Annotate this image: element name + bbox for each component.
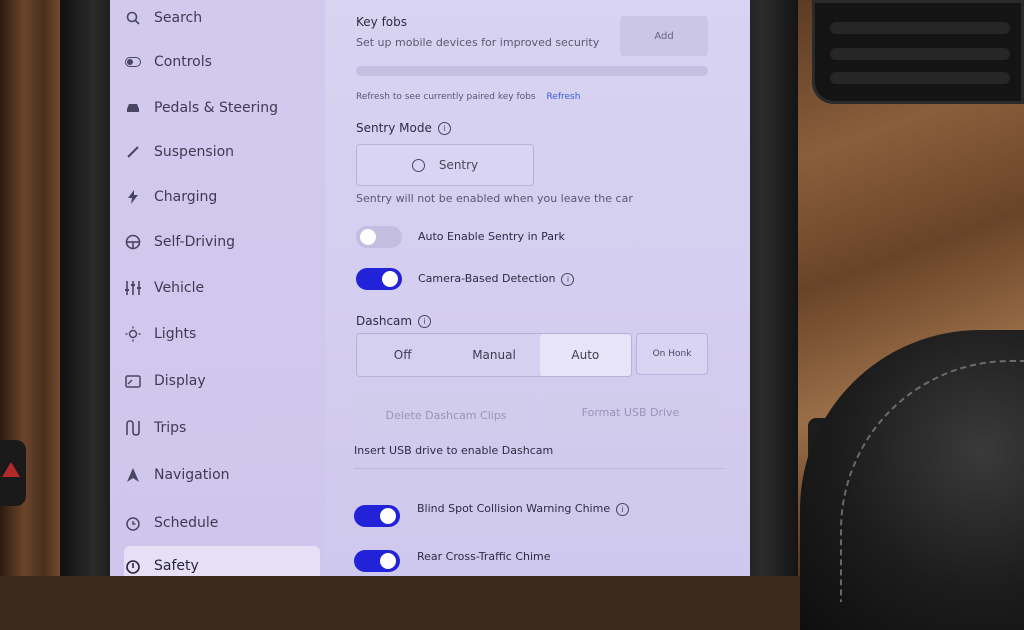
sidebar-item-label: Vehicle: [154, 280, 205, 296]
touchscreen: Search Controls Pedals & Steering Suspen…: [110, 0, 750, 576]
refresh-link[interactable]: Refresh: [546, 92, 580, 102]
sidebar-item-label: Schedule: [154, 515, 219, 531]
sidebar-item-trips[interactable]: Trips: [124, 410, 320, 446]
steering-wheel-icon: [124, 233, 142, 251]
sentry-button-label: Sentry: [438, 158, 479, 172]
dashcam-section-title: Dashcam i: [356, 314, 432, 328]
lightning-icon: [124, 188, 142, 206]
screen-bezel-left: [60, 0, 116, 576]
search-icon: [124, 9, 142, 27]
suspension-icon: [124, 143, 142, 161]
sidebar-item-label: Charging: [154, 189, 218, 205]
info-icon[interactable]: i: [437, 122, 451, 135]
settings-sidebar: Search Controls Pedals & Steering Suspen…: [110, 0, 325, 576]
vent-slat: [830, 72, 1010, 84]
sidebar-item-pedals-steering[interactable]: Pedals & Steering: [124, 90, 320, 126]
sentry-button[interactable]: Sentry: [356, 144, 534, 186]
dashcam-option-auto[interactable]: Auto: [539, 334, 631, 376]
section-divider: [354, 468, 724, 469]
on-honk-button[interactable]: On Honk: [636, 333, 708, 375]
hazard-icon: [2, 462, 20, 477]
rear-cross-traffic-toggle[interactable]: [354, 550, 400, 572]
blind-spot-chime-toggle[interactable]: [354, 505, 400, 527]
dashcam-mode-selector: Off Manual Auto: [356, 333, 632, 377]
vent-slat: [830, 22, 1010, 34]
sidebar-item-navigation[interactable]: Navigation: [124, 457, 320, 493]
sidebar-item-self-driving[interactable]: Self-Driving: [124, 224, 320, 260]
delete-dashcam-clips-button[interactable]: Delete Dashcam Clips: [356, 393, 536, 437]
sidebar-item-label: Trips: [154, 420, 187, 436]
sidebar-item-label: Pedals & Steering: [154, 100, 279, 116]
sentry-icon: [411, 158, 425, 172]
sidebar-item-label: Suspension: [154, 144, 235, 160]
sidebar-item-controls[interactable]: Controls: [124, 44, 320, 80]
sidebar-item-lights[interactable]: Lights: [124, 316, 320, 352]
insert-usb-text: Insert USB drive to enable Dashcam: [354, 444, 554, 457]
sidebar-item-label: Controls: [154, 54, 212, 70]
sidebar-item-label: Self-Driving: [154, 234, 235, 250]
auto-enable-sentry-label: Auto Enable Sentry in Park: [418, 230, 565, 243]
keyfobs-subtitle: Set up mobile devices for improved secur…: [356, 36, 600, 49]
display-icon: [124, 372, 142, 390]
sidebar-item-label: Safety: [154, 558, 199, 574]
dashcam-option-off[interactable]: Off: [357, 334, 448, 376]
sun-icon: [124, 325, 142, 343]
car-icon: [124, 99, 142, 117]
keyfobs-title: Key fobs: [356, 15, 408, 29]
sidebar-item-display[interactable]: Display: [124, 363, 320, 399]
keyfob-progress-bar: [356, 66, 708, 76]
camera-detection-label: Camera-Based Detection i: [418, 272, 575, 286]
clock-icon: [124, 514, 142, 532]
sidebar-item-safety[interactable]: Safety: [124, 546, 320, 576]
format-usb-button[interactable]: Format USB Drive: [543, 391, 718, 433]
refresh-hint: Refresh to see currently paired key fobs…: [356, 92, 581, 102]
settings-content: Key fobs Set up mobile devices for impro…: [325, 0, 750, 576]
info-icon[interactable]: i: [616, 502, 630, 516]
info-icon[interactable]: i: [561, 272, 575, 286]
auto-enable-sentry-toggle[interactable]: [356, 226, 402, 248]
safety-icon: [124, 557, 142, 575]
sidebar-item-suspension[interactable]: Suspension: [124, 134, 320, 170]
sliders-icon: [124, 279, 142, 297]
sidebar-item-search[interactable]: Search: [124, 0, 320, 36]
sidebar-item-vehicle[interactable]: Vehicle: [124, 270, 320, 306]
route-icon: [124, 419, 142, 437]
blind-spot-chime-label: Blind Spot Collision Warning Chime i: [417, 502, 630, 516]
rear-cross-traffic-label: Rear Cross-Traffic Chime: [417, 550, 551, 563]
vent-slat: [830, 48, 1010, 60]
sidebar-item-charging[interactable]: Charging: [124, 179, 320, 215]
sentry-section-title: Sentry Mode i: [356, 121, 451, 135]
camera-detection-toggle[interactable]: [356, 268, 402, 290]
dashcam-option-manual[interactable]: Manual: [448, 334, 539, 376]
navigation-arrow-icon: [124, 466, 142, 484]
sidebar-item-label: Display: [154, 373, 206, 389]
sidebar-item-label: Search: [154, 10, 203, 26]
sidebar-item-label: Navigation: [154, 467, 230, 483]
sentry-status-text: Sentry will not be enabled when you leav…: [356, 192, 633, 205]
add-keyfob-button[interactable]: Add: [620, 16, 708, 56]
info-icon[interactable]: i: [418, 315, 432, 328]
sidebar-item-label: Lights: [154, 326, 197, 342]
sidebar-item-schedule[interactable]: Schedule: [124, 505, 320, 541]
toggle-icon: [124, 53, 142, 71]
